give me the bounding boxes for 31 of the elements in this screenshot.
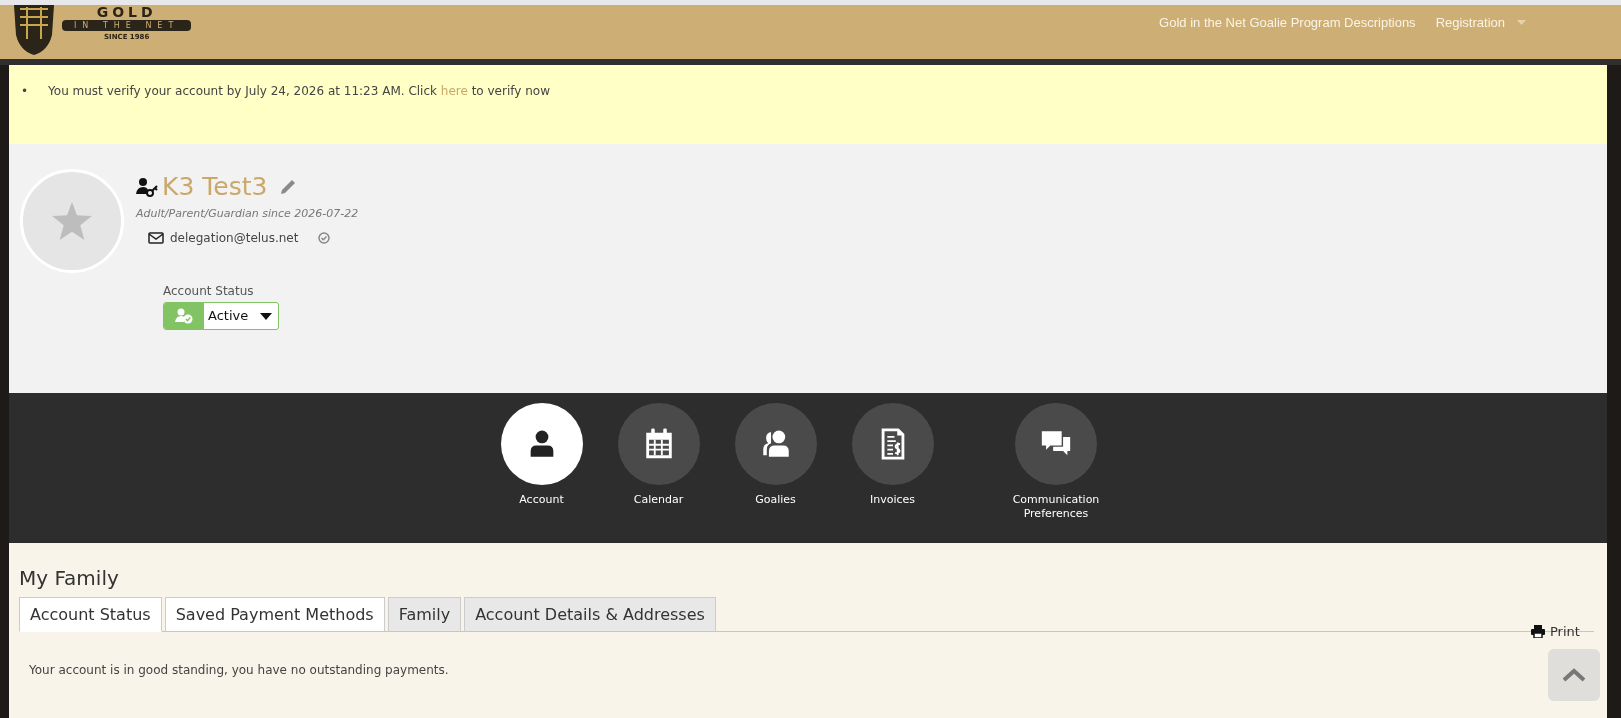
logo-title: GOLD [96, 5, 157, 19]
pencil-icon[interactable] [279, 178, 298, 196]
tab[interactable]: Account Status [19, 597, 162, 632]
printer-icon [1531, 625, 1545, 639]
email-address: delegation@telus.net [170, 229, 299, 247]
profile-name: K3 Test3 [162, 172, 268, 202]
user-key-icon [136, 177, 158, 197]
logo-subtitle: IN THE NET [62, 20, 192, 31]
status-dropdown[interactable]: Active [163, 302, 279, 330]
verification-notice: You must verify your account by July 24, 2026 at 11:23 AM. Click here to verify now [48, 83, 550, 100]
tab[interactable]: Family [387, 597, 462, 632]
user-check-icon [175, 308, 193, 324]
star-icon [52, 202, 92, 240]
caret-icon [260, 312, 272, 320]
section-label[interactable]: Calendar [603, 493, 714, 507]
section-heading: My Family [19, 565, 119, 592]
status-label: Account Status [163, 283, 255, 300]
member-since: Adult/Parent/Guardian since 2026-07-22 [136, 206, 359, 222]
status-value: Active [207, 307, 250, 325]
section-label[interactable]: Account [486, 493, 597, 507]
bullet: • [21, 83, 29, 100]
scroll-top-button[interactable] [1548, 649, 1600, 701]
account-status-message: Your account is in good standing, you have no outstanding payments. [29, 662, 449, 679]
chevron-up-icon [1562, 668, 1586, 682]
tab[interactable]: Account Details & Addresses [464, 597, 716, 632]
print-button[interactable]: Print [1531, 622, 1580, 642]
section-label[interactable]: Invoices [837, 493, 948, 507]
tab[interactable]: Saved Payment Methods [164, 597, 385, 632]
section-label[interactable]: Goalies [720, 493, 831, 507]
section-label[interactable]: Communication Preferences [1001, 493, 1111, 521]
envelope-icon [148, 231, 164, 244]
